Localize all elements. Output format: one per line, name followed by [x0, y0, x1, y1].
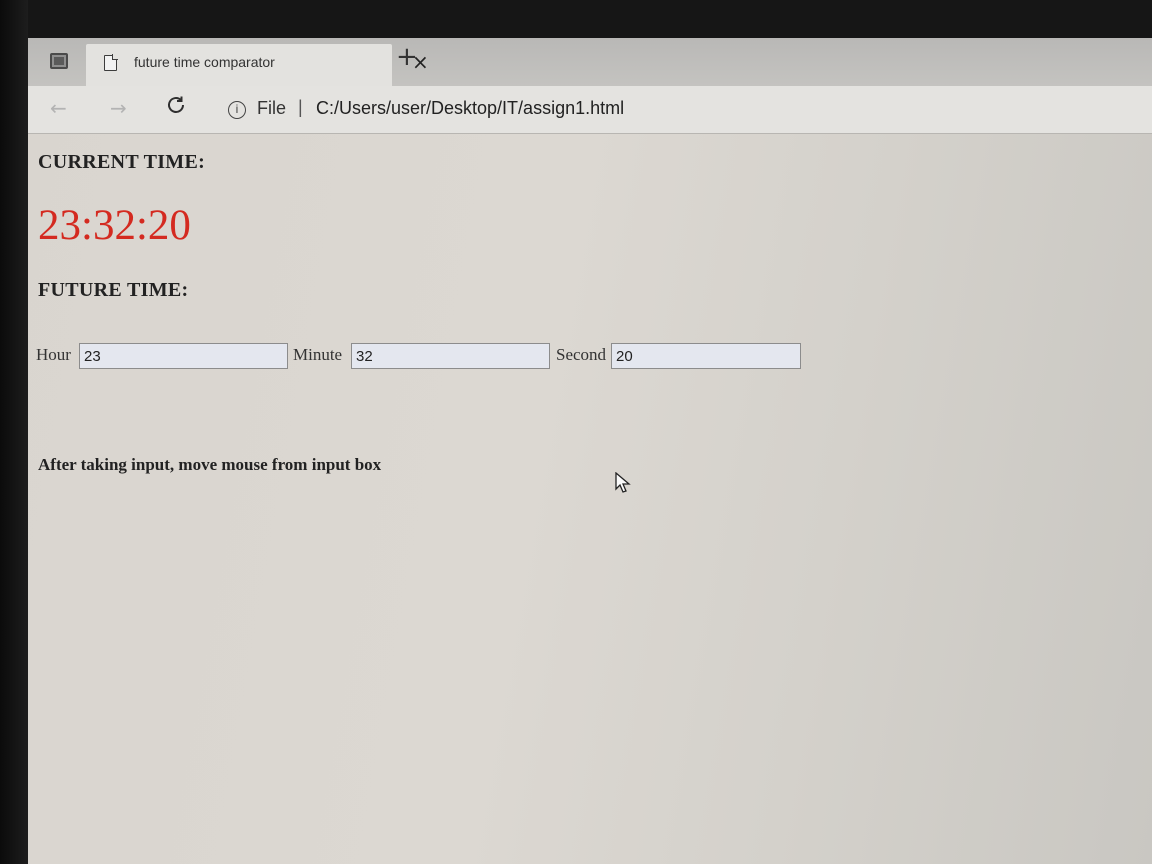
photo-bezel: [0, 0, 28, 864]
browser-window: future time comparator × + ← → i File | …: [28, 38, 1152, 864]
info-icon[interactable]: i: [228, 101, 246, 119]
address-toolbar: ← → i File | C:/Users/user/Desktop/IT/as…: [28, 86, 1152, 134]
second-input[interactable]: [611, 343, 801, 369]
window-menu-icon[interactable]: [50, 53, 68, 69]
url-separator: |: [298, 97, 303, 117]
minute-input[interactable]: [351, 343, 550, 369]
reload-icon-glyph: [168, 96, 184, 113]
hour-label: Hour: [36, 345, 71, 364]
current-time-heading: CURRENT TIME:: [38, 151, 206, 173]
hour-input[interactable]: [79, 343, 288, 369]
tab-title: future time comparator: [134, 54, 275, 70]
page-content: CURRENT TIME: 23:32:20 FUTURE TIME: Hour…: [28, 135, 1152, 864]
current-time-clock: 23:32:20: [38, 202, 191, 249]
new-tab-icon[interactable]: +: [396, 44, 418, 70]
reload-icon[interactable]: [164, 93, 188, 123]
second-label: Second: [556, 345, 607, 364]
instruction-text: After taking input, move mouse from inpu…: [38, 455, 382, 474]
tab-strip: future time comparator × +: [28, 38, 1152, 86]
back-arrow-icon[interactable]: ←: [50, 96, 67, 120]
forward-arrow-icon[interactable]: →: [110, 96, 127, 120]
address-bar-url[interactable]: C:/Users/user/Desktop/IT/assign1.html: [316, 98, 624, 119]
page-icon: [104, 54, 118, 71]
tab-future-time-comparator[interactable]: future time comparator ×: [86, 44, 429, 86]
future-time-heading: FUTURE TIME:: [38, 279, 189, 301]
mouse-cursor-icon: [615, 472, 631, 493]
minute-label: Minute: [293, 345, 343, 364]
url-scheme[interactable]: File: [257, 98, 286, 119]
